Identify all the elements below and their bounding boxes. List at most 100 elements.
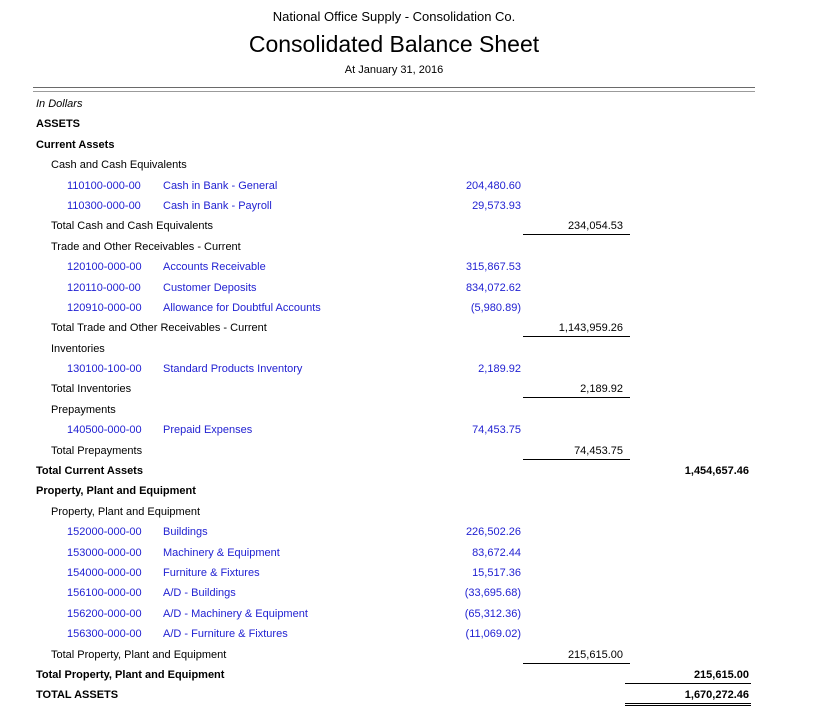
account-amount-link[interactable]: 74,453.75 — [401, 424, 521, 436]
account-amount-link[interactable]: 83,672.44 — [401, 547, 521, 559]
section-heading: ASSETS — [36, 118, 80, 130]
report-row-total: Total Property, Plant and Equipment 215,6… — [33, 666, 755, 686]
subtotal-amount: 215,615.00 — [523, 649, 630, 664]
report-row-subtotal: Total Cash and Cash Equivalents 234,054.5… — [33, 217, 755, 237]
account-amount-link[interactable]: (33,695.68) — [401, 587, 521, 599]
account-amount-link[interactable]: 834,072.62 — [401, 282, 521, 294]
report-row-account: 152000-000-00 Buildings 226,502.26 — [33, 523, 755, 543]
total-amount: 1,454,657.46 — [625, 465, 751, 477]
report-row-section: Property, Plant and Equipment — [33, 482, 755, 502]
total-label: Total Current Assets — [36, 465, 143, 477]
balance-sheet-page: National Office Supply - Consolidation C… — [33, 0, 755, 707]
total-label: Total Property, Plant and Equipment — [36, 669, 224, 681]
account-amount-link[interactable]: 315,867.53 — [401, 261, 521, 273]
group-heading: Inventories — [51, 343, 105, 355]
total-label: TOTAL ASSETS — [36, 689, 118, 701]
report-row-subtotal: Total Property, Plant and Equipment 215,6… — [33, 646, 755, 666]
report-row-total: Total Current Assets 1,454,657.46 — [33, 462, 755, 482]
account-number-link[interactable]: 110300-000-00 — [67, 200, 141, 212]
account-number-link[interactable]: 153000-000-00 — [67, 547, 142, 559]
account-amount-link[interactable]: 2,189.92 — [401, 363, 521, 375]
report-row-group: Property, Plant and Equipment — [33, 503, 755, 523]
report-title: Consolidated Balance Sheet — [33, 31, 755, 57]
total-amount: 215,615.00 — [625, 669, 751, 684]
account-amount-link[interactable]: (11,069.02) — [401, 628, 521, 640]
account-name-link[interactable]: A/D - Buildings — [163, 587, 236, 599]
report-row-account: 156300-000-00 A/D - Furniture & Fixtures (… — [33, 625, 755, 645]
account-name-link[interactable]: Customer Deposits — [163, 282, 257, 294]
account-name-link[interactable]: Allowance for Doubtful Accounts — [163, 302, 321, 314]
account-name-link[interactable]: Furniture & Fixtures — [163, 567, 260, 579]
report-row-group: Prepayments — [33, 401, 755, 421]
group-heading: Cash and Cash Equivalents — [51, 159, 187, 171]
group-heading: Prepayments — [51, 404, 116, 416]
report-row-account: 156200-000-00 A/D - Machinery & Equipment… — [33, 605, 755, 625]
report-row-total: TOTAL ASSETS 1,670,272.46 — [33, 686, 755, 706]
account-number-link[interactable]: 120910-000-00 — [67, 302, 142, 314]
report-row-account: 154000-000-00 Furniture & Fixtures 15,517.… — [33, 564, 755, 584]
report-row-account: 130100-100-00 Standard Products Inventory… — [33, 360, 755, 380]
account-number-link[interactable]: 152000-000-00 — [67, 526, 142, 538]
report-row-subtotal: Total Prepayments 74,453.75 — [33, 442, 755, 462]
report-row-subtotal: Total Inventories 2,189.92 — [33, 380, 755, 400]
report-row-account: 120100-000-00 Accounts Receivable 315,867.… — [33, 258, 755, 278]
report-row-group: Cash and Cash Equivalents — [33, 156, 755, 176]
report-row-group: Inventories — [33, 340, 755, 360]
subtotal-label: Total Prepayments — [51, 445, 142, 457]
subtotal-label: Total Trade and Other Receivables - Curr… — [51, 322, 267, 334]
account-name-link[interactable]: Standard Products Inventory — [163, 363, 302, 375]
account-number-link[interactable]: 156200-000-00 — [67, 608, 142, 620]
account-amount-link[interactable]: 226,502.26 — [401, 526, 521, 538]
account-number-link[interactable]: 120100-000-00 — [67, 261, 142, 273]
report-row-account: 120910-000-00 Allowance for Doubtful Acco… — [33, 299, 755, 319]
account-name-link[interactable]: Accounts Receivable — [163, 261, 266, 273]
account-name-link[interactable]: Cash in Bank - General — [163, 180, 277, 192]
report-row-section: ASSETS — [33, 115, 755, 135]
currency-note: In Dollars — [36, 98, 82, 110]
account-amount-link[interactable]: 15,517.36 — [401, 567, 521, 579]
account-name-link[interactable]: Prepaid Expenses — [163, 424, 252, 436]
account-amount-link[interactable]: 204,480.60 — [401, 180, 521, 192]
account-number-link[interactable]: 120110-000-00 — [67, 282, 141, 294]
report-date: At January 31, 2016 — [33, 64, 755, 77]
report-row-subtotal: Total Trade and Other Receivables - Curr… — [33, 319, 755, 339]
account-number-link[interactable]: 156100-000-00 — [67, 587, 142, 599]
total-amount: 1,670,272.46 — [625, 689, 751, 706]
subtotal-label: Total Inventories — [51, 383, 131, 395]
account-number-link[interactable]: 110100-000-00 — [67, 180, 141, 192]
subtotal-amount: 234,054.53 — [523, 220, 630, 235]
subtotal-amount: 74,453.75 — [523, 445, 630, 460]
group-heading: Trade and Other Receivables - Current — [51, 241, 241, 253]
company-name: National Office Supply - Consolidation C… — [33, 9, 755, 24]
account-amount-link[interactable]: (5,980.89) — [401, 302, 521, 314]
account-name-link[interactable]: A/D - Furniture & Fixtures — [163, 628, 288, 640]
account-name-link[interactable]: A/D - Machinery & Equipment — [163, 608, 308, 620]
subtotal-label: Total Property, Plant and Equipment — [51, 649, 226, 661]
account-number-link[interactable]: 130100-100-00 — [67, 363, 142, 375]
account-amount-link[interactable]: 29,573.93 — [401, 200, 521, 212]
account-number-link[interactable]: 156300-000-00 — [67, 628, 142, 640]
account-number-link[interactable]: 154000-000-00 — [67, 567, 142, 579]
section-heading: Current Assets — [36, 139, 114, 151]
report-row-section: Current Assets — [33, 136, 755, 156]
report-row-account: 156100-000-00 A/D - Buildings (33,695.68) — [33, 584, 755, 604]
account-number-link[interactable]: 140500-000-00 — [67, 424, 142, 436]
report-row-account: 140500-000-00 Prepaid Expenses 74,453.75 — [33, 421, 755, 441]
header-divider — [33, 87, 755, 92]
subtotal-label: Total Cash and Cash Equivalents — [51, 220, 213, 232]
group-heading: Property, Plant and Equipment — [51, 506, 200, 518]
report-row-account: 153000-000-00 Machinery & Equipment 83,672… — [33, 544, 755, 564]
section-heading: Property, Plant and Equipment — [36, 485, 196, 497]
report-rows: In Dollars ASSETS Current Assets Cash and C… — [33, 95, 755, 707]
subtotal-amount: 2,189.92 — [523, 383, 630, 398]
account-name-link[interactable]: Buildings — [163, 526, 208, 538]
account-name-link[interactable]: Cash in Bank - Payroll — [163, 200, 272, 212]
subtotal-amount: 1,143,959.26 — [523, 322, 630, 337]
report-row-account: 120110-000-00 Customer Deposits 834,072.62 — [33, 279, 755, 299]
account-name-link[interactable]: Machinery & Equipment — [163, 547, 280, 559]
report-row-account: 110300-000-00 Cash in Bank - Payroll 29,57… — [33, 197, 755, 217]
report-row-account: 110100-000-00 Cash in Bank - General 204,4… — [33, 177, 755, 197]
account-amount-link[interactable]: (65,312.36) — [401, 608, 521, 620]
report-row-group: Trade and Other Receivables - Current — [33, 238, 755, 258]
report-row-note: In Dollars — [33, 95, 755, 115]
